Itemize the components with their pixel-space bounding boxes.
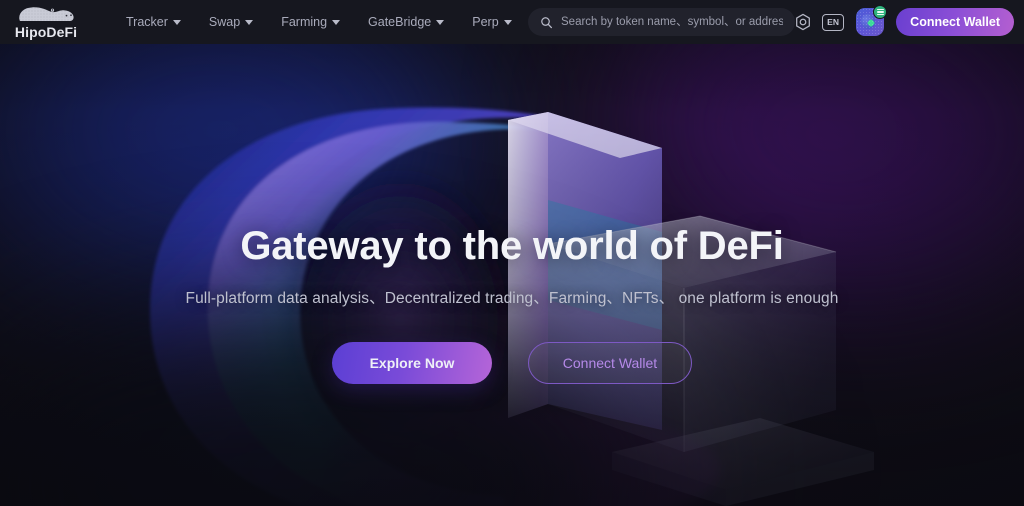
brand-name: HipoDeFi <box>14 24 78 40</box>
nav-item-gatebridge[interactable]: GateBridge <box>354 0 458 44</box>
brand-logo[interactable]: HipoDeFi <box>2 4 90 40</box>
hero-connect-wallet-button[interactable]: Connect Wallet <box>528 342 692 384</box>
avatar[interactable] <box>856 5 888 36</box>
language-switcher[interactable]: EN <box>822 13 845 31</box>
hippo-logo-icon <box>19 7 74 21</box>
search-bar[interactable] <box>528 8 795 36</box>
chevron-down-icon <box>436 19 445 25</box>
search-icon <box>541 16 553 28</box>
nav-item-tracker[interactable]: Tracker <box>112 0 195 44</box>
hero-cta-row: Explore Now Connect Wallet <box>332 342 692 384</box>
hipodefi-landing-page: HipoDeFi Tracker Swap Farming GateBridge… <box>0 0 1024 506</box>
header-connect-wallet-button[interactable]: Connect Wallet <box>896 8 1014 36</box>
header-actions: EN Connect Wallet <box>793 0 1014 44</box>
nav-label-farming: Farming <box>281 15 328 29</box>
search-input[interactable] <box>561 16 783 28</box>
chevron-down-icon <box>332 19 341 25</box>
nav-label-swap: Swap <box>208 15 241 29</box>
page-title: Gateway to the world of DeFi <box>240 224 784 268</box>
hero-subtitle: Full-platform data analysis、Decentralize… <box>185 290 839 307</box>
hexagon-settings-icon[interactable] <box>793 13 812 32</box>
explore-now-button[interactable]: Explore Now <box>332 342 492 384</box>
hero-section: Gateway to the world of DeFi Full-platfo… <box>0 44 1024 506</box>
top-header-bar: HipoDeFi Tracker Swap Farming GateBridge… <box>0 0 1024 44</box>
chevron-down-icon <box>503 19 512 25</box>
chevron-down-icon <box>172 19 181 25</box>
chevron-down-icon <box>245 19 254 25</box>
nav-item-perp[interactable]: Perp <box>458 0 525 44</box>
main-navigation: Tracker Swap Farming GateBridge Perp <box>112 0 526 44</box>
nav-label-gatebridge: GateBridge <box>368 15 432 29</box>
nav-item-farming[interactable]: Farming <box>267 0 354 44</box>
nav-label-tracker: Tracker <box>126 15 168 29</box>
nav-item-swap[interactable]: Swap <box>195 0 267 44</box>
wallet-status-badge <box>873 5 888 19</box>
nav-label-perp: Perp <box>472 15 499 29</box>
language-label: EN <box>827 17 840 27</box>
